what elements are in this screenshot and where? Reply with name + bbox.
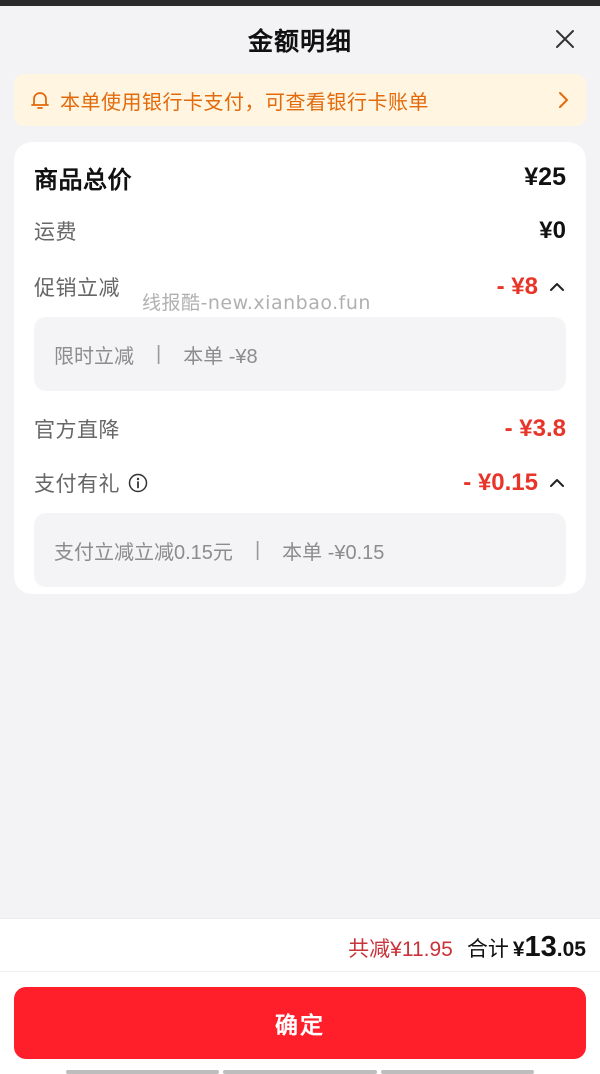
page-title: 金额明细 xyxy=(247,28,352,56)
total-decimal: .05 xyxy=(556,938,586,961)
payment-gift-detail-separator: | xyxy=(254,538,261,561)
chevron-right-icon xyxy=(559,92,568,108)
promo-amount: - ¥8 xyxy=(496,273,538,300)
shipping-row: 运费 ¥0 xyxy=(34,216,566,246)
payment-gift-detail-amount: 本单 -¥0.15 xyxy=(282,541,385,564)
promo-detail-name: 限时立减 xyxy=(54,345,134,368)
checkout-footer: 共减¥11.95 合计 ¥ 13 .05 确定 xyxy=(0,918,600,1074)
sheet-header: 金额明细 xyxy=(0,6,600,74)
confirm-button[interactable]: 确定 xyxy=(14,987,586,1059)
home-indicator xyxy=(0,1070,600,1074)
payment-gift-value: - ¥0.15 xyxy=(463,469,566,497)
payment-gift-amount: - ¥0.15 xyxy=(463,469,538,496)
promo-value: - ¥8 xyxy=(497,273,566,301)
total-currency: ¥ xyxy=(512,938,525,961)
payment-gift-detail-box: 支付立减立减0.15元 | 本单 -¥0.15 xyxy=(34,513,566,587)
bell-icon xyxy=(31,92,49,109)
price-breakdown-card: 商品总价 ¥25 运费 ¥0 促销立减 - ¥8 限时立减 | 本单 -¥8 官… xyxy=(14,142,586,594)
promo-detail-amount: 本单 -¥8 xyxy=(183,345,258,368)
official-drop-label: 官方直降 xyxy=(34,419,120,442)
official-drop-row: 官方直降 - ¥3.8 xyxy=(34,414,566,444)
promo-label: 促销立减 xyxy=(34,277,120,300)
payment-gift-detail-name: 支付立减立减0.15元 xyxy=(54,541,233,564)
goods-total-row: 商品总价 ¥25 xyxy=(34,160,566,195)
chevron-up-icon[interactable] xyxy=(548,281,566,293)
shipping-label: 运费 xyxy=(34,221,77,244)
promo-detail-box: 限时立减 | 本单 -¥8 xyxy=(34,317,566,391)
total-label: 合计 xyxy=(466,938,509,961)
notice-text: 本单使用银行卡支付，可查看银行卡账单 xyxy=(60,91,429,114)
total-saved: 共减¥11.95 xyxy=(348,938,453,961)
total-integer: 13 xyxy=(524,931,557,963)
goods-total-value: ¥25 xyxy=(524,163,566,191)
official-drop-value: - ¥3.8 xyxy=(504,415,566,442)
total-summary: 共减¥11.95 合计 ¥ 13 .05 xyxy=(348,931,586,964)
payment-gift-label-wrap: 支付有礼 xyxy=(34,468,148,498)
info-icon[interactable] xyxy=(128,473,148,493)
close-icon[interactable] xyxy=(550,24,580,54)
promo-detail-separator: | xyxy=(156,342,162,365)
payment-gift-label: 支付有礼 xyxy=(34,473,120,496)
footer-divider xyxy=(0,971,600,972)
chevron-up-icon[interactable] xyxy=(548,477,566,489)
bank-card-notice[interactable]: 本单使用银行卡支付，可查看银行卡账单 xyxy=(14,74,586,126)
watermark-text: 线报酷-new.xianbao.fun xyxy=(142,292,371,314)
shipping-value: ¥0 xyxy=(539,217,566,244)
payment-gift-row[interactable]: 支付有礼 - ¥0.15 xyxy=(34,468,566,498)
goods-total-label: 商品总价 xyxy=(34,167,132,194)
